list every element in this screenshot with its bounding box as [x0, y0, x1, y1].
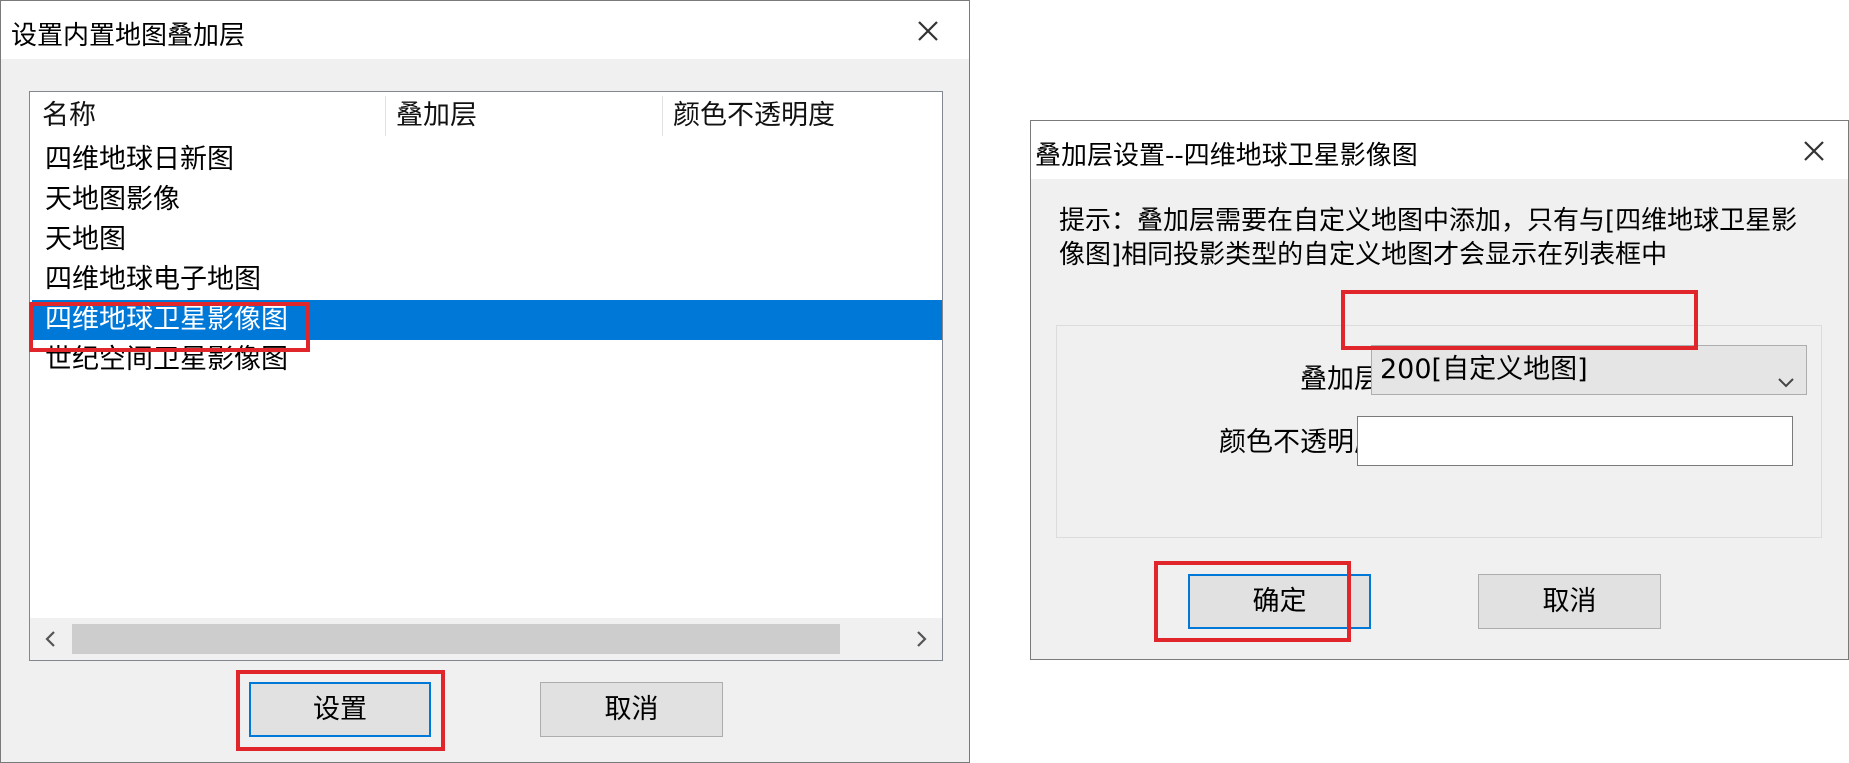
cancel-button[interactable]: 取消 — [1478, 574, 1661, 629]
list-item[interactable]: 天地图影像 — [32, 180, 942, 220]
list-header: 名称 叠加层 颜色不透明度 — [30, 92, 942, 140]
overlay-select[interactable]: 200[自定义地图] — [1371, 345, 1807, 395]
chevron-right-icon[interactable] — [906, 624, 936, 654]
close-icon[interactable] — [911, 14, 945, 48]
settings-group: 叠加层 200[自定义地图] 颜色不透明度 — [1056, 325, 1822, 538]
list-item[interactable]: 四维地球电子地图 — [32, 260, 942, 300]
dialog-title: 设置内置地图叠加层 — [11, 21, 246, 51]
map-list[interactable]: 名称 叠加层 颜色不透明度 四维地球日新图 天地图影像 天地图 四维地球电子地图 四维地… — [29, 91, 943, 661]
dialog-title: 叠加层设置--四维地球卫星影像图 — [1035, 141, 1418, 171]
ok-button[interactable]: 确定 — [1188, 574, 1371, 629]
title-bar: 叠加层设置--四维地球卫星影像图 — [1031, 121, 1848, 179]
column-header-overlay[interactable]: 叠加层 — [396, 92, 656, 140]
overlay-settings-dialog: 设置内置地图叠加层 名称 叠加层 颜色不透明度 四维地球日新图 天地图影像 天地图四… — [0, 0, 970, 763]
list-item[interactable]: 四维地球卫星影像图 — [32, 300, 942, 340]
hint-text: 提示：叠加层需要在自定义地图中添加，只有与[四维地球卫星影像图]相同投影类型的自… — [1059, 206, 1798, 270]
set-button[interactable]: 设置 — [249, 682, 431, 737]
title-bar: 设置内置地图叠加层 — [1, 1, 969, 59]
list-item[interactable]: 四维地球日新图 — [32, 140, 942, 180]
cancel-button[interactable]: 取消 — [540, 682, 723, 737]
horizontal-scrollbar[interactable] — [30, 618, 942, 660]
column-divider[interactable] — [662, 96, 663, 136]
list-item[interactable]: 天地图 — [32, 220, 942, 260]
chevron-left-icon[interactable] — [36, 624, 66, 654]
opacity-input[interactable] — [1357, 416, 1793, 466]
column-header-name[interactable]: 名称 — [42, 92, 372, 140]
column-divider[interactable] — [385, 96, 386, 136]
column-header-opacity[interactable]: 颜色不透明度 — [673, 92, 942, 140]
overlay-config-dialog: 叠加层设置--四维地球卫星影像图 提示：叠加层需要在自定义地图中添加，只有与[四… — [1030, 120, 1849, 660]
chevron-down-icon[interactable] — [1776, 360, 1796, 388]
scrollbar-thumb[interactable] — [72, 624, 840, 654]
overlay-label: 叠加层 — [1300, 364, 1381, 395]
list-item[interactable]: 世纪空间卫星影像图 — [32, 340, 942, 380]
close-icon[interactable] — [1797, 134, 1831, 168]
overlay-select-value: 200[自定义地图] — [1380, 354, 1588, 385]
